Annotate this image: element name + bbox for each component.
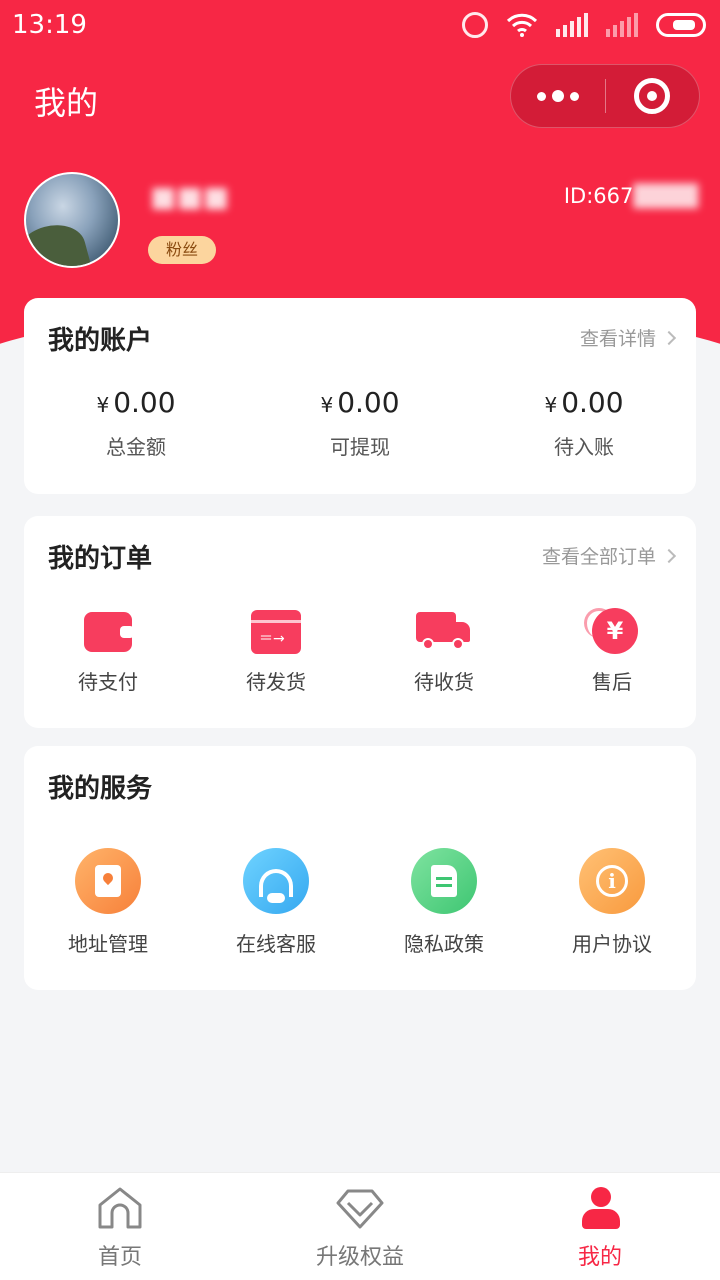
account-label: 可提现 (330, 435, 390, 459)
role-badge: 粉丝 (148, 236, 217, 264)
account-value: 0.00 (113, 386, 176, 419)
tab-upgrade-benefits[interactable]: 升级权益 (240, 1173, 480, 1280)
order-label: 待收货 (414, 670, 474, 694)
currency-symbol: ¥ (96, 393, 110, 417)
tab-bar: 首页 升级权益 我的 (0, 1172, 720, 1280)
header-background (0, 0, 720, 385)
dot-icon (552, 90, 564, 102)
orders-title: 我的订单 (48, 544, 153, 574)
account-pending[interactable]: ¥0.00 待入账 (472, 386, 696, 460)
account-label: 总金额 (106, 435, 166, 459)
account-withdrawable[interactable]: ¥0.00 可提现 (248, 386, 472, 460)
dot-icon (570, 91, 579, 101)
account-label: 待入账 (554, 435, 614, 459)
view-all-orders-label: 查看全部订单 (541, 546, 656, 568)
order-pending-receipt[interactable]: 待收货 (360, 608, 528, 695)
service-customer-support[interactable]: 在线客服 (192, 848, 360, 957)
username: ■■■ (150, 180, 230, 213)
orders-card: 我的订单 查看全部订单 待支付 待发货 待收货 ¥ 售后 (24, 516, 696, 728)
service-label: 在线客服 (236, 932, 316, 956)
diamond-icon (336, 1189, 384, 1229)
account-value: 0.00 (561, 386, 624, 419)
services-card: 我的服务 地址管理 在线客服 隐私政策 i 用户协议 (24, 746, 696, 990)
order-aftersale[interactable]: ¥ 售后 (528, 608, 696, 695)
tab-mine[interactable]: 我的 (480, 1173, 720, 1280)
miniprogram-capsule (510, 64, 700, 128)
account-value: 0.00 (337, 386, 400, 419)
view-all-orders-link[interactable]: 查看全部订单 (541, 542, 677, 569)
service-label: 用户协议 (572, 932, 652, 956)
order-pending-shipment[interactable]: 待发货 (192, 608, 360, 695)
signal-icon (556, 13, 588, 37)
battery-icon (656, 13, 706, 37)
target-icon (634, 78, 671, 114)
service-label: 隐私政策 (404, 932, 484, 956)
address-book-icon (75, 848, 141, 914)
headset-icon (243, 848, 309, 914)
user-id-prefix: ID:667 (563, 184, 634, 208)
status-time: 13:19 (12, 10, 87, 40)
wallet-icon (80, 608, 136, 654)
order-pending-payment[interactable]: 待支付 (24, 608, 192, 695)
wifi-icon (506, 13, 538, 37)
alarm-icon (462, 12, 488, 38)
order-label: 待支付 (78, 670, 138, 694)
order-label: 售后 (592, 670, 632, 694)
account-title: 我的账户 (48, 326, 153, 356)
tab-label: 首页 (97, 1245, 142, 1270)
account-total[interactable]: ¥0.00 总金额 (24, 386, 248, 460)
user-id-masked: ████ (633, 184, 698, 208)
info-symbol: i (596, 865, 628, 897)
services-title: 我的服务 (48, 774, 153, 804)
person-icon (574, 1185, 626, 1231)
info-icon: i (579, 848, 645, 914)
box-icon (248, 608, 304, 654)
document-icon (411, 848, 477, 914)
close-miniprogram-button[interactable] (606, 65, 699, 127)
status-bar: 13:19 (0, 0, 720, 50)
view-details-link[interactable]: 查看详情 (579, 324, 677, 351)
service-address[interactable]: 地址管理 (24, 848, 192, 957)
currency-symbol: ¥ (320, 393, 334, 417)
service-user-agreement[interactable]: i 用户协议 (528, 848, 696, 957)
avatar[interactable] (24, 172, 120, 268)
account-card: 我的账户 查看详情 ¥0.00 总金额 ¥0.00 可提现 ¥0.00 待入账 (24, 298, 696, 494)
more-options-button[interactable] (511, 65, 605, 127)
service-privacy[interactable]: 隐私政策 (360, 848, 528, 957)
home-icon (98, 1187, 142, 1229)
tab-label: 我的 (577, 1245, 622, 1270)
refund-yen-icon: ¥ (584, 608, 640, 654)
view-details-label: 查看详情 (579, 328, 656, 350)
chevron-right-icon (661, 548, 677, 563)
dot-icon (537, 91, 546, 101)
truck-icon (416, 608, 472, 654)
yen-symbol: ¥ (592, 608, 638, 654)
service-label: 地址管理 (68, 932, 148, 956)
order-label: 待发货 (246, 670, 306, 694)
page-title: 我的 (34, 84, 99, 122)
user-id: ID:667████ (564, 184, 698, 208)
chevron-right-icon (661, 330, 677, 345)
signal-icon-2 (606, 13, 638, 37)
currency-symbol: ¥ (544, 393, 558, 417)
tab-home[interactable]: 首页 (0, 1173, 240, 1280)
tab-label: 升级权益 (315, 1245, 404, 1270)
